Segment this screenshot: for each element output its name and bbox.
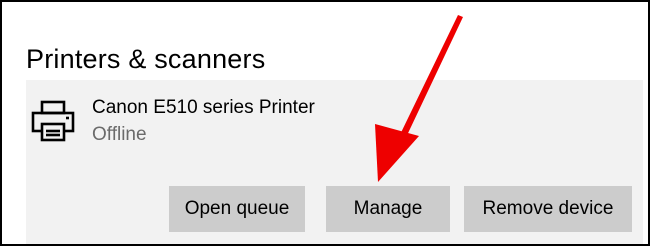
manage-button[interactable]: Manage <box>326 186 450 232</box>
device-status: Offline <box>92 124 147 145</box>
printer-icon <box>30 98 76 144</box>
settings-panel: Printers & scanners Canon E510 series Pr… <box>0 0 650 246</box>
open-queue-button[interactable]: Open queue <box>169 186 305 232</box>
section-title: Printers & scanners <box>26 44 266 74</box>
remove-device-button[interactable]: Remove device <box>464 186 632 232</box>
device-name: Canon E510 series Printer <box>92 97 315 118</box>
printer-device-item[interactable]: Canon E510 series Printer Offline Open q… <box>26 80 643 244</box>
